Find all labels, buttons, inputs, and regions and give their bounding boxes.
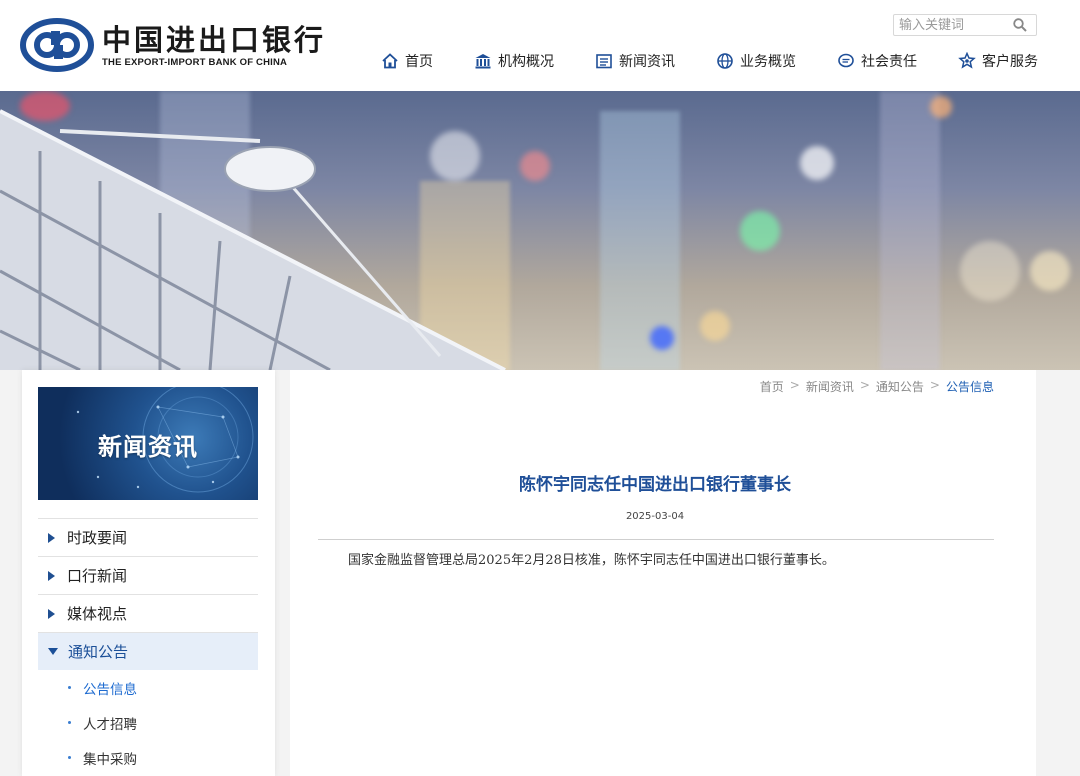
nav-label: 客户服务 [982,54,1038,70]
breadcrumb-separator: > [929,378,940,392]
sidebar-item-label: 媒体视点 [67,605,128,623]
sidebar-subitem-recruitment[interactable]: 人才招聘 [38,705,258,740]
article-body: 国家金融监督管理总局2025年2月28日核准，陈怀宇同志任中国进出口银行董事长。 [348,553,835,568]
breadcrumb-notices[interactable]: 通知公告 [876,378,924,395]
sidebar-item-label: 通知公告 [68,643,129,661]
sidebar-menu: 时政要闻 口行新闻 媒体视点 通知公告 公告信息 人才招聘 集中采购 [38,518,258,775]
nav-item-social-responsibility[interactable]: 社会责任 [836,51,917,71]
article-title: 陈怀宇同志任中国进出口银行董事长 [519,475,791,495]
globe-icon [715,51,735,71]
article-date: 2025-03-04 [625,511,685,522]
nav-label: 社会责任 [861,54,917,70]
main-nav: 首页 机构概况 新闻资讯 业务概览 社会责任 客户服务 [380,51,1038,71]
sidebar-item-label: 时政要闻 [67,529,128,547]
sidebar-item-notices[interactable]: 通知公告 [38,632,258,670]
breadcrumb-separator: > [789,378,800,392]
logo-mark-icon [20,18,94,72]
news-icon [594,51,614,71]
sidebar-item-label: 口行新闻 [67,567,128,585]
sidebar-item-media-view[interactable]: 媒体视点 [38,594,258,632]
search-icon[interactable] [1010,15,1030,35]
section-banner-title: 新闻资讯 [98,433,198,461]
bank-building-icon [473,51,493,71]
sidebar-subitem-label: 集中采购 [83,751,137,768]
bullet-dot-icon [68,686,71,689]
star-shield-icon [957,51,977,71]
caret-down-icon [48,648,58,655]
nav-label: 业务概览 [740,54,796,70]
bank-logo[interactable]: 中国进出口银行 THE EXPORT-IMPORT BANK OF CHINA [20,18,326,72]
bullet-dot-icon [68,756,71,759]
breadcrumb-home[interactable]: 首页 [760,378,784,395]
bullet-dot-icon [68,721,71,724]
nav-label: 机构概况 [498,54,554,70]
hero-banner [0,91,1080,370]
search-input[interactable] [894,15,1010,35]
breadcrumb: 首页 > 新闻资讯 > 通知公告 > 公告信息 [760,378,994,395]
caret-right-icon [48,608,55,619]
site-header: 中国进出口银行 THE EXPORT-IMPORT BANK OF CHINA … [0,0,1080,91]
chat-bubble-icon [836,51,856,71]
nav-item-customer-service[interactable]: 客户服务 [957,51,1038,71]
logo-chinese-name: 中国进出口银行 [102,22,327,57]
home-icon [380,51,400,71]
sidebar-subitem-procurement[interactable]: 集中采购 [38,740,258,775]
nav-item-home[interactable]: 首页 [380,51,433,71]
satellite-dish-icon [0,109,506,370]
nav-item-about[interactable]: 机构概况 [473,51,554,71]
caret-right-icon [48,570,55,581]
main-content: 首页 > 新闻资讯 > 通知公告 > 公告信息 陈怀宇同志任中国进出口银行董事长… [290,370,1036,776]
nav-label: 首页 [405,54,433,70]
nav-label: 新闻资讯 [619,54,675,70]
logo-english-name: THE EXPORT-IMPORT BANK OF CHINA [102,56,288,68]
sidebar-item-bank-news[interactable]: 口行新闻 [38,556,258,594]
sidebar-subitem-announcements[interactable]: 公告信息 [38,670,258,705]
sidebar-subitem-label: 公告信息 [83,681,137,698]
left-sidebar: 新闻资讯 时政要闻 口行新闻 媒体视点 通知公告 公告信息 人才招聘 集中采购 [22,370,275,776]
caret-right-icon [48,532,55,543]
section-banner: 新闻资讯 [38,387,258,500]
article-divider [318,539,994,540]
nav-item-business[interactable]: 业务概览 [715,51,796,71]
breadcrumb-current[interactable]: 公告信息 [946,378,994,395]
breadcrumb-separator: > [859,378,870,392]
search-box [893,14,1037,36]
sidebar-subitem-label: 人才招聘 [83,716,137,733]
breadcrumb-news[interactable]: 新闻资讯 [806,378,854,395]
nav-item-news[interactable]: 新闻资讯 [594,51,675,71]
sidebar-item-current-affairs[interactable]: 时政要闻 [38,518,258,556]
